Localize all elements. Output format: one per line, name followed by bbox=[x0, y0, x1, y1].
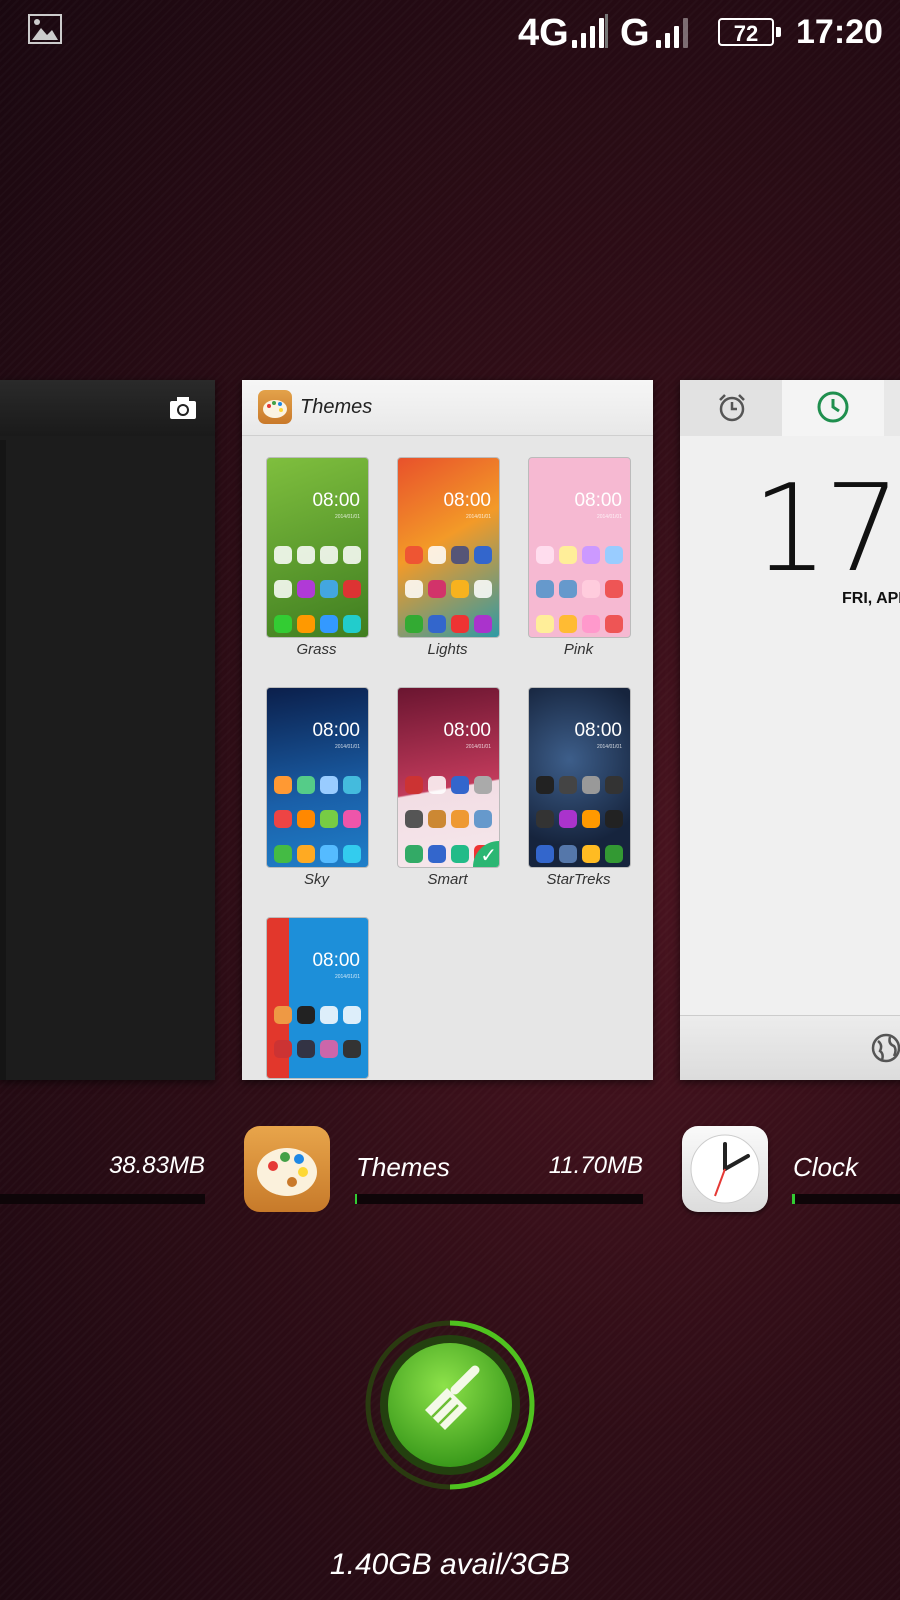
tile-icon-row bbox=[402, 580, 495, 598]
theme-tile-smart[interactable]: 08:00 2014/01/01 ✓ bbox=[397, 687, 500, 868]
recent-app-card-themes[interactable]: Themes 08:00 2014/01/01 Grass 08:00 2014… bbox=[242, 380, 653, 1080]
tab-clock[interactable] bbox=[782, 380, 884, 436]
tile-clock: 08:00 bbox=[312, 490, 360, 511]
tile-icon-row bbox=[402, 615, 495, 633]
tile-date: 2014/01/01 bbox=[596, 744, 622, 750]
theme-tile-pink[interactable]: 08:00 2014/01/01 bbox=[528, 457, 631, 638]
status-time: 17:20 bbox=[796, 13, 883, 51]
network-g-label: G bbox=[620, 12, 650, 54]
memory-bar-fill bbox=[792, 1194, 795, 1204]
themes-card-title: Themes bbox=[300, 396, 373, 418]
themes-palette-icon bbox=[258, 390, 292, 424]
themes-app-icon[interactable] bbox=[244, 1126, 330, 1212]
tile-icon-row bbox=[402, 776, 495, 794]
clock-tab-icon bbox=[817, 391, 849, 423]
tab-alarm[interactable] bbox=[680, 380, 782, 436]
tile-icon-row bbox=[533, 776, 626, 794]
status-bar: 4G G 72 17:20 bbox=[0, 0, 900, 66]
clock-app-icon[interactable] bbox=[682, 1126, 768, 1212]
tile-icon-row bbox=[533, 546, 626, 564]
app-name-clock: Clock bbox=[793, 1152, 859, 1182]
tile-clock: 08:00 bbox=[312, 720, 360, 741]
themes-card-header: Themes bbox=[242, 380, 653, 436]
camera-card-topbar bbox=[0, 380, 215, 436]
tile-icon-row bbox=[271, 810, 364, 828]
clock-bottom-bar bbox=[680, 1015, 900, 1080]
tile-date: 2014/01/01 bbox=[465, 744, 491, 750]
tile-date: 2014/01/01 bbox=[334, 744, 360, 750]
tile-icon-row bbox=[271, 776, 364, 794]
tile-icon-row bbox=[271, 546, 364, 564]
recent-app-card-camera[interactable] bbox=[0, 380, 215, 1080]
tile-date: 2014/01/01 bbox=[334, 974, 360, 980]
memory-bar-clock bbox=[792, 1194, 900, 1204]
network-4g-label: 4G bbox=[518, 12, 569, 54]
tile-icon-row bbox=[533, 845, 626, 863]
tile-icon-row bbox=[271, 1006, 364, 1024]
theme-tile-sky[interactable]: 08:00 2014/01/01 bbox=[266, 687, 369, 868]
tile-clock: 08:00 bbox=[574, 490, 622, 511]
app-name-themes: Themes bbox=[356, 1152, 450, 1182]
tile-clock: 08:00 bbox=[574, 720, 622, 741]
theme-label-pink: Pink bbox=[563, 641, 594, 658]
palette-icon bbox=[257, 1148, 317, 1196]
tile-icon-row bbox=[402, 546, 495, 564]
battery-indicator: 72 bbox=[718, 18, 781, 46]
theme-label-smart: Smart bbox=[427, 871, 468, 888]
clock-date: FRI, APR bbox=[842, 590, 900, 607]
tile-clock: 08:00 bbox=[443, 490, 491, 511]
tile-icon-row bbox=[271, 845, 364, 863]
globe-icon[interactable] bbox=[870, 1032, 900, 1064]
memory-bar-camera bbox=[0, 1194, 205, 1204]
theme-tile-lights[interactable]: 08:00 2014/01/01 bbox=[397, 457, 500, 638]
tile-date: 2014/01/01 bbox=[596, 514, 622, 520]
theme-tile-startreks[interactable]: 08:00 2014/01/01 bbox=[528, 687, 631, 868]
analog-clock-icon bbox=[690, 1134, 760, 1204]
tile-clock: 08:00 bbox=[443, 720, 491, 741]
card-edge bbox=[0, 440, 6, 1080]
tile-date: 2014/01/01 bbox=[465, 514, 491, 520]
recent-app-card-clock[interactable]: 17: FRI, APR bbox=[680, 380, 900, 1080]
signal-bars-2-icon bbox=[656, 14, 688, 48]
app-memory-camera: 38.83MB bbox=[108, 1152, 205, 1179]
tile-icon-row bbox=[533, 615, 626, 633]
theme-label-sky: Sky bbox=[303, 871, 329, 888]
clean-memory-button[interactable] bbox=[363, 1318, 537, 1492]
divider bbox=[605, 14, 608, 48]
clock-big-time: 17: bbox=[752, 460, 900, 599]
tile-icon-row bbox=[402, 810, 495, 828]
memory-bar-fill bbox=[355, 1194, 357, 1204]
clock-tabs bbox=[680, 380, 900, 436]
gallery-notification-icon bbox=[28, 14, 62, 44]
tile-icon-row bbox=[533, 810, 626, 828]
theme-label-lights: Lights bbox=[427, 641, 468, 658]
signal-bars-1-icon bbox=[572, 14, 604, 48]
tile-icon-row bbox=[271, 615, 364, 633]
tile-icon-row bbox=[533, 580, 626, 598]
tile-icon-row bbox=[271, 1040, 364, 1058]
theme-tile-candy[interactable]: 08:00 2014/01/01 bbox=[266, 917, 369, 1079]
theme-tile-grass[interactable]: 08:00 2014/01/01 bbox=[266, 457, 369, 638]
tile-date: 2014/01/01 bbox=[334, 514, 360, 520]
app-memory-themes: 11.70MB bbox=[548, 1152, 643, 1179]
theme-label-grass: Grass bbox=[296, 641, 337, 658]
alarm-icon bbox=[719, 394, 745, 422]
memory-bar-themes bbox=[355, 1194, 643, 1204]
camera-icon bbox=[170, 397, 196, 419]
theme-label-startreks: StarTreks bbox=[546, 871, 611, 888]
tile-icon-row bbox=[271, 580, 364, 598]
tile-clock: 08:00 bbox=[312, 950, 360, 971]
memory-available-label: 1.40GB avail/3GB bbox=[329, 1548, 571, 1581]
